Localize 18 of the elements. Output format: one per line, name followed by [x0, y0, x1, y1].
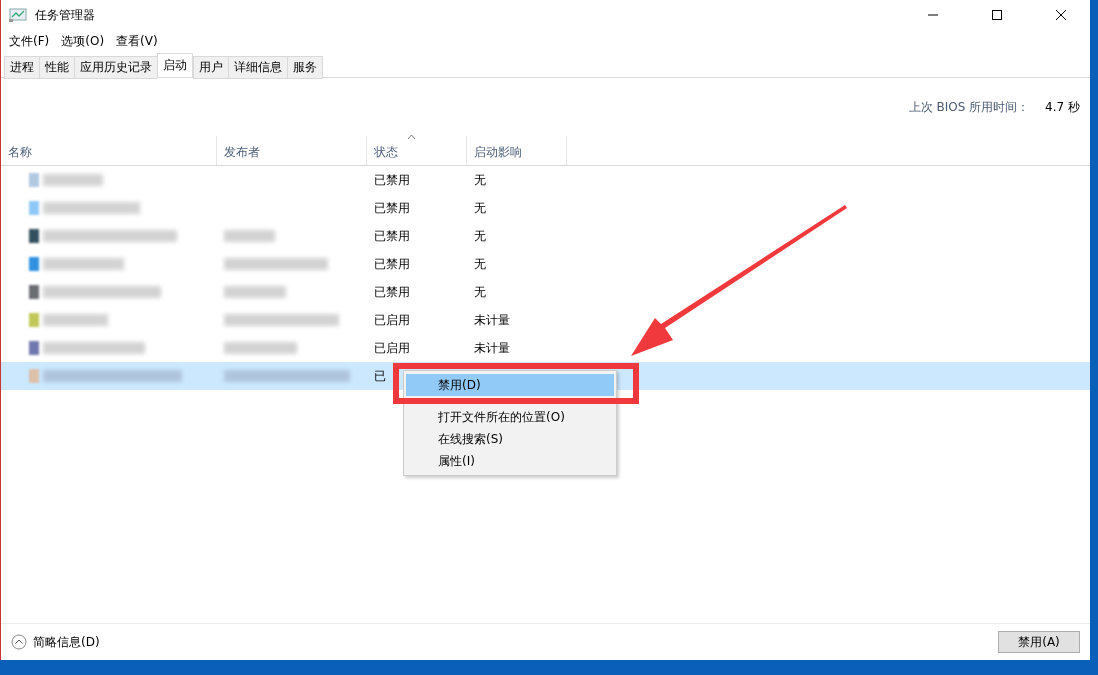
bios-time-label: 上次 BIOS 所用时间： [908, 98, 1030, 116]
status-text: 已禁用 [374, 228, 410, 243]
status-text: 已禁用 [374, 284, 410, 299]
status-text: 已禁用 [374, 200, 410, 215]
bios-time-value: 4.7 秒 [1045, 98, 1080, 116]
impact-text: 无 [474, 228, 486, 243]
status-text: 已禁用 [374, 256, 410, 271]
impact-text: 未计量 [474, 312, 510, 327]
impact-text: 无 [474, 200, 486, 215]
impact-text: 无 [474, 284, 486, 299]
status-text: 已启用 [374, 312, 410, 327]
impact-text: 未计量 [474, 340, 510, 355]
status-text: 已禁用 [374, 172, 410, 187]
status-text: 已启用 [374, 340, 410, 355]
impact-text: 无 [474, 172, 486, 187]
status-text: 已 [374, 368, 386, 383]
window-title: 任务管理器 [35, 6, 96, 24]
impact-text: 无 [474, 256, 486, 271]
